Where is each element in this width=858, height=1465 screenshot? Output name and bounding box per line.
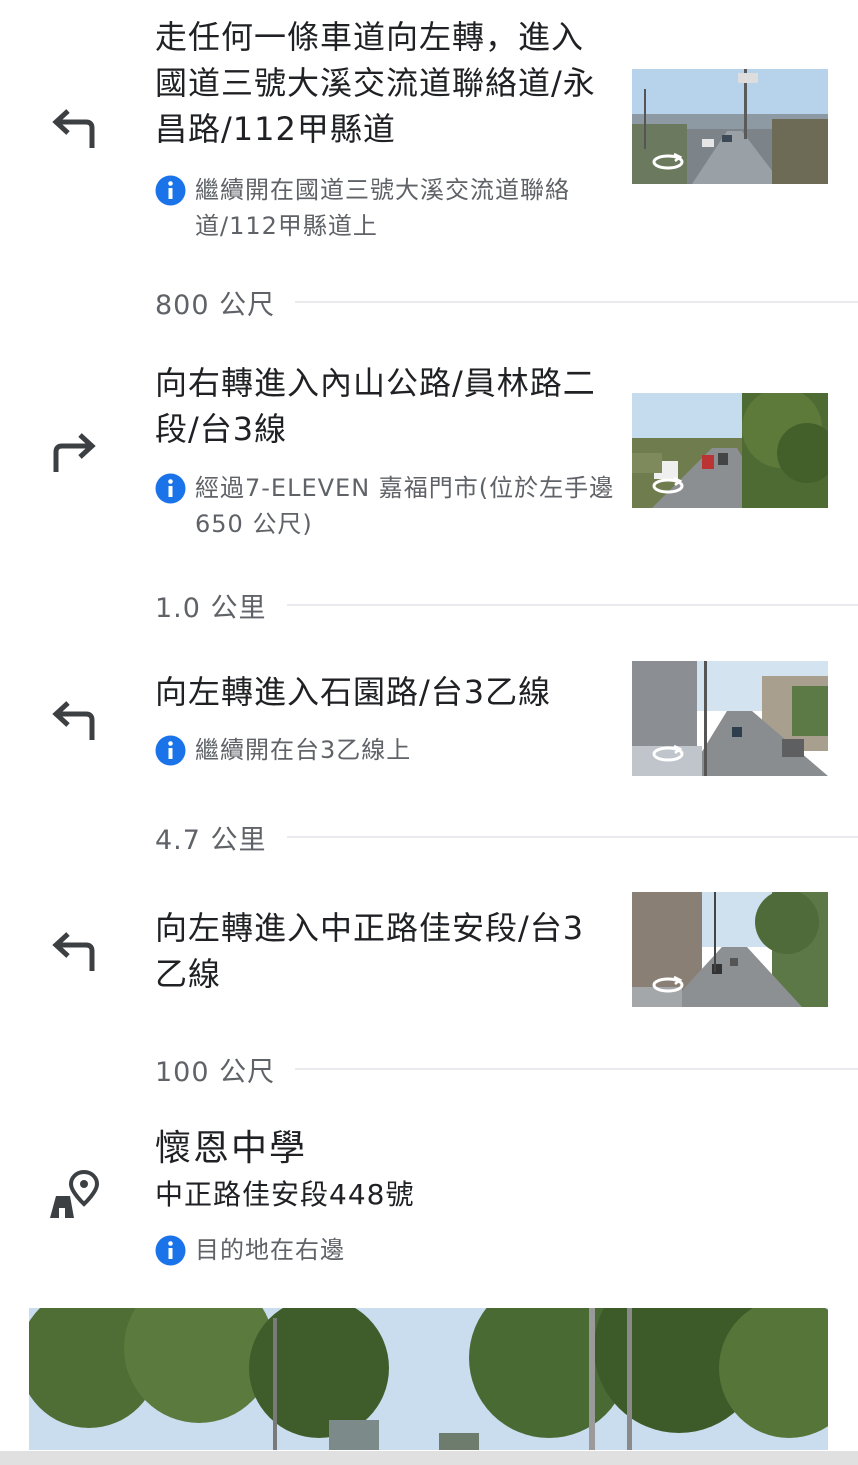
distance-label: 1.0 公里 bbox=[155, 592, 267, 624]
rotate-360-icon bbox=[650, 742, 686, 766]
rotate-360-icon bbox=[650, 474, 686, 498]
rotate-360-icon bbox=[650, 973, 686, 997]
info-icon bbox=[155, 473, 186, 504]
divider bbox=[286, 836, 858, 838]
destination-address: 中正路佳安段448號 bbox=[155, 1178, 415, 1211]
step-instruction: 向右轉進入內山公路/員林路二段/台3線 bbox=[155, 364, 596, 448]
turn-left-icon bbox=[48, 102, 100, 154]
distance-label: 100 公尺 bbox=[155, 1056, 276, 1088]
step-note-text: 經過7-ELEVEN 嘉福門市(位於左手邊 650 公尺) bbox=[195, 474, 615, 538]
turn-right-icon bbox=[48, 426, 100, 478]
info-icon bbox=[155, 1235, 186, 1266]
step-note-text: 繼續開在台3乙線上 bbox=[195, 736, 412, 764]
step-instruction: 向左轉進入石園路/台3乙線 bbox=[155, 673, 552, 711]
step-instruction: 向左轉進入中正路佳安段/台3乙線 bbox=[155, 909, 585, 993]
street-view-thumbnail[interactable] bbox=[632, 892, 828, 1007]
step-note-text: 繼續開在國道三號大溪交流道聯絡道/112甲縣道上 bbox=[195, 176, 570, 240]
destination-note: 目的地在右邊 bbox=[155, 1232, 615, 1268]
step-note: 經過7-ELEVEN 嘉福門市(位於左手邊 650 公尺) bbox=[155, 470, 615, 542]
info-icon bbox=[155, 735, 186, 766]
turn-left-icon bbox=[48, 925, 100, 977]
rotate-360-icon bbox=[650, 150, 686, 174]
street-view-thumbnail[interactable] bbox=[632, 661, 828, 776]
bottom-edge-bar bbox=[0, 1451, 858, 1465]
street-view-thumbnail[interactable] bbox=[632, 393, 828, 508]
distance-separator: 100 公尺 bbox=[155, 1049, 858, 1089]
destination-name: 懷恩中學 bbox=[155, 1128, 308, 1169]
destination-pin-icon bbox=[48, 1170, 100, 1222]
distance-separator: 1.0 公里 bbox=[155, 585, 858, 625]
destination-note-text: 目的地在右邊 bbox=[195, 1236, 345, 1264]
distance-separator: 800 公尺 bbox=[155, 282, 858, 322]
step-note: 繼續開在國道三號大溪交流道聯絡道/112甲縣道上 bbox=[155, 172, 615, 244]
distance-separator: 4.7 公里 bbox=[155, 817, 858, 857]
street-view-thumbnail[interactable] bbox=[632, 69, 828, 184]
divider bbox=[295, 1068, 858, 1070]
destination-street-view-photo[interactable] bbox=[29, 1308, 828, 1450]
divider bbox=[295, 301, 858, 303]
distance-label: 800 公尺 bbox=[155, 289, 276, 321]
distance-label: 4.7 公里 bbox=[155, 824, 267, 856]
divider bbox=[286, 604, 858, 606]
step-instruction: 走任何一條車道向左轉，進入國道三號大溪交流道聯絡道/永昌路/112甲縣道 bbox=[155, 18, 596, 148]
step-note: 繼續開在台3乙線上 bbox=[155, 732, 615, 768]
info-icon bbox=[155, 175, 186, 206]
turn-left-icon bbox=[48, 694, 100, 746]
